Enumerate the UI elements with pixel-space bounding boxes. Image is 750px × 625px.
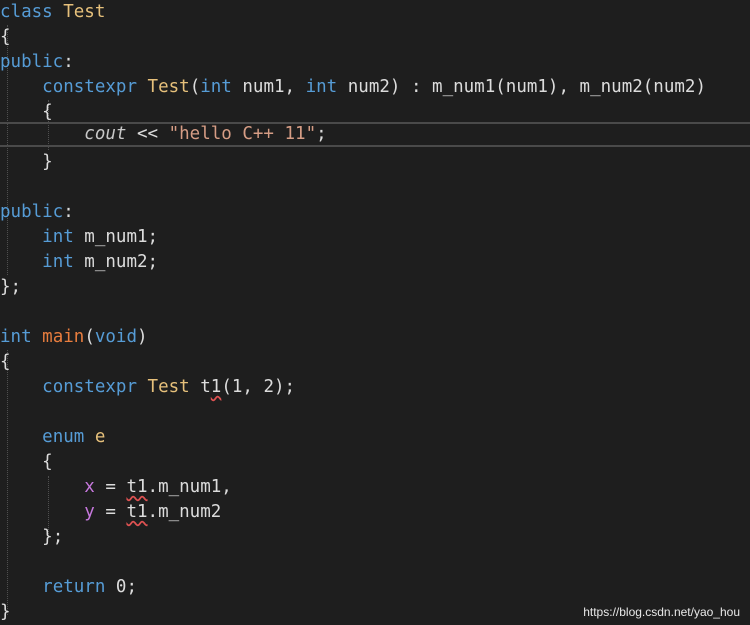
code-line-11: int m_num2; <box>42 252 159 272</box>
keyword: public <box>0 202 64 222</box>
code-line-15: { <box>0 352 11 372</box>
code-line-20: x = t1.m_num1, <box>84 477 232 497</box>
code-line-1: class Test <box>0 0 750 25</box>
keyword: constexpr <box>42 77 137 97</box>
code-line-18: enum e <box>0 425 750 450</box>
string-literal: "hello C++ 11" <box>168 124 317 144</box>
code-line-7: } <box>42 152 53 172</box>
keyword: class <box>0 2 53 22</box>
code-line-16: constexpr Test t1(1, 2); <box>42 377 296 397</box>
function-name: main <box>42 327 85 347</box>
class-name: Test <box>63 2 106 22</box>
code-line-12: }; <box>0 277 22 297</box>
code-line-9: public: <box>0 202 74 222</box>
error-squiggle: t1 <box>126 502 148 522</box>
code-editor[interactable]: class Test { public: constexpr Test(int … <box>0 0 750 625</box>
enum-name: e <box>94 427 106 447</box>
code-line-19: { <box>42 452 53 472</box>
code-line-2: { <box>0 27 11 47</box>
watermark-text: https://blog.csdn.net/yao_hou <box>583 605 740 619</box>
keyword: int <box>200 77 232 97</box>
code-line-21: y = t1.m_num2 <box>84 502 222 522</box>
current-line-highlight[interactable]: cout << "hello C++ 11"; <box>0 122 750 147</box>
code-line-10: int m_num1; <box>42 227 159 247</box>
enum-member: y <box>84 502 95 522</box>
code-line-3: public: <box>0 52 74 72</box>
keyword: return <box>42 577 106 597</box>
enum-member: x <box>84 477 95 497</box>
code-line-14: int main(void) <box>0 327 148 347</box>
identifier: cout <box>84 124 127 144</box>
code-line-22: }; <box>42 527 64 547</box>
keyword: constexpr <box>42 377 137 397</box>
keyword: int <box>305 77 338 97</box>
keyword: public <box>0 52 64 72</box>
keyword: int <box>42 252 74 272</box>
keyword: int <box>0 327 32 347</box>
error-squiggle: t1 <box>126 477 148 497</box>
constructor-name: Test <box>147 77 190 97</box>
keyword: int <box>42 227 74 247</box>
code-line-24: return 0; <box>42 577 137 597</box>
code-line-4: constexpr Test(int num1, int num2) : m_n… <box>42 77 706 97</box>
class-name: Test <box>147 377 190 397</box>
error-squiggle: 1 <box>210 377 222 397</box>
keyword: enum <box>42 427 85 447</box>
keyword: void <box>94 327 138 347</box>
